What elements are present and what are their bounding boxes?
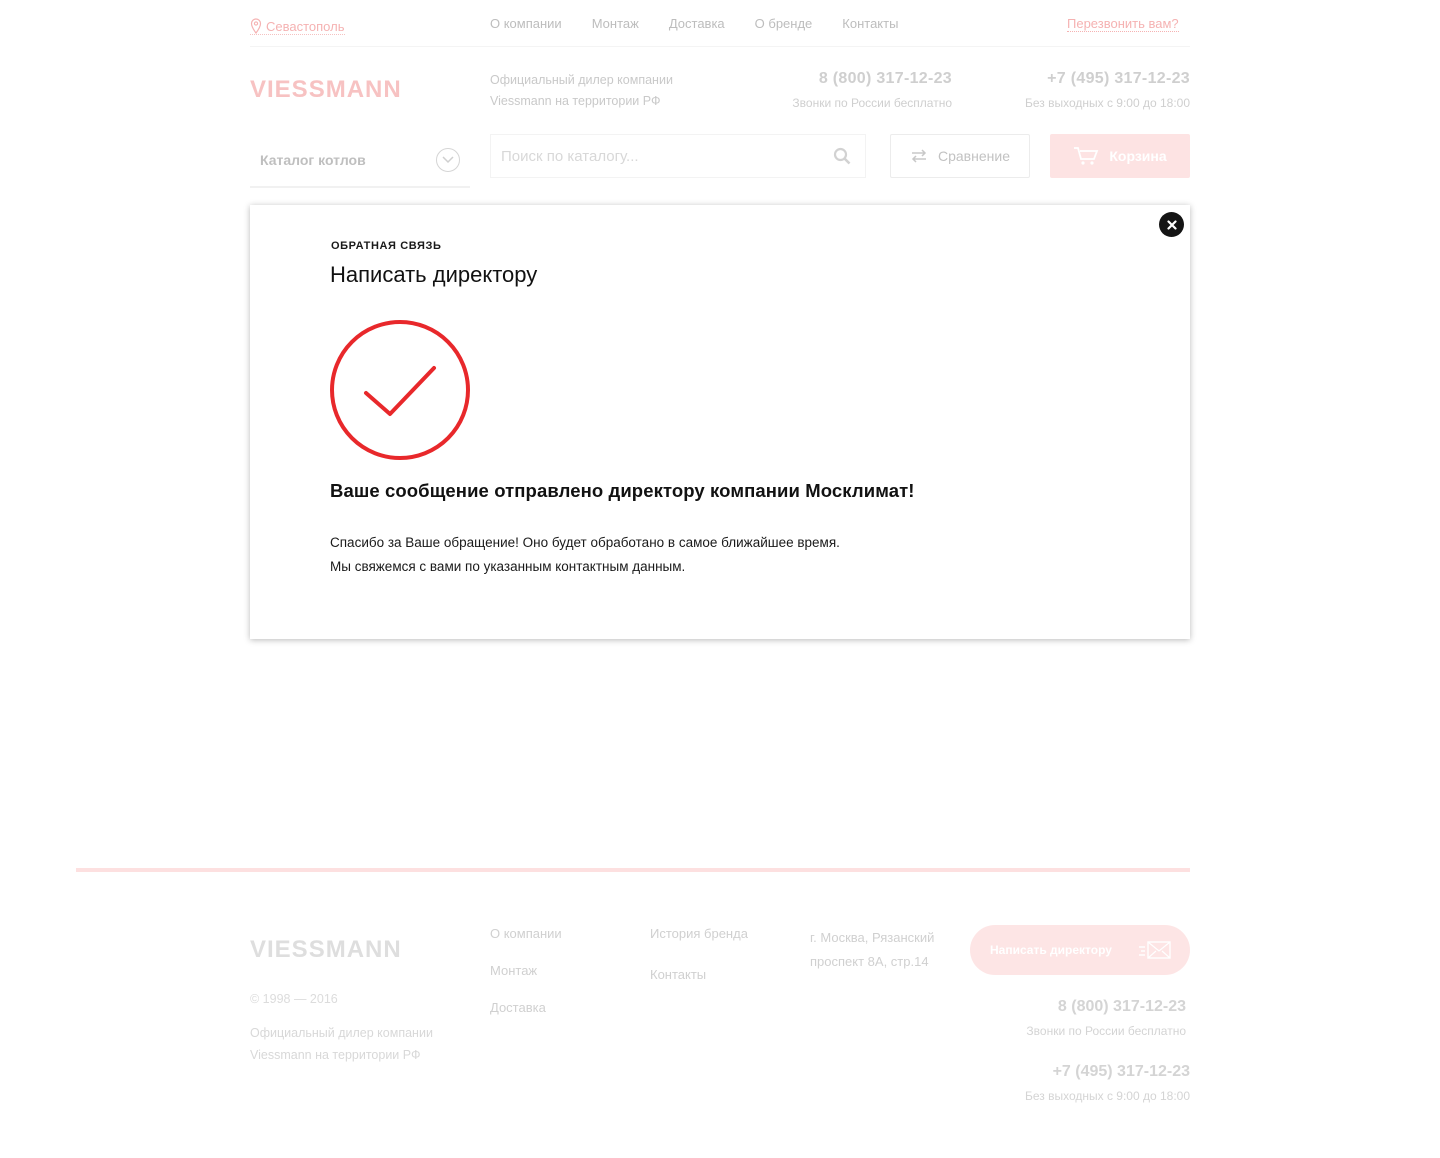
footer-link-contacts[interactable]: Контакты xyxy=(650,967,748,1008)
phone-moscow-note: Без выходных с 9:00 до 18:00 xyxy=(1024,96,1190,110)
location-pin-icon xyxy=(250,18,262,34)
footer-address: г. Москва, Рязанский проспект 8А, стр.14 xyxy=(810,926,960,974)
city-selector[interactable]: Севастополь xyxy=(250,18,345,35)
phone-moscow: +7 (495) 317-12-23 Без выходных с 9:00 д… xyxy=(990,70,1190,110)
compare-button[interactable]: Сравнение xyxy=(890,134,1030,178)
nav-item-installation[interactable]: Монтаж xyxy=(592,16,639,31)
nav-item-about[interactable]: О компании xyxy=(490,16,562,31)
top-nav: О компании Монтаж Доставка О бренде Конт… xyxy=(490,16,898,31)
cart-button[interactable]: Корзина xyxy=(1050,134,1190,178)
viessmann-logo[interactable]: VIESSMANN xyxy=(250,70,410,106)
footer-dealer-line-2: Viessmann на территории РФ xyxy=(250,1048,421,1062)
footer-nav-col-2: История бренда Контакты xyxy=(650,926,748,1008)
footer-address-line-1: г. Москва, Рязанский xyxy=(810,930,935,945)
footer-copyright: © 1998 — 2016 xyxy=(250,992,338,1006)
footer-phone-free-note: Звонки по России бесплатно xyxy=(1026,1024,1186,1038)
success-message: Ваше сообщение отправлено директору комп… xyxy=(330,480,915,501)
search-placeholder: Поиск по каталогу... xyxy=(501,147,639,165)
nav-item-contacts[interactable]: Контакты xyxy=(842,16,898,31)
footer-phone-moscow-note: Без выходных с 9:00 до 18:00 xyxy=(1024,1089,1190,1103)
nav-item-brand[interactable]: О бренде xyxy=(755,16,813,31)
success-checkmark-icon xyxy=(330,320,470,460)
feedback-modal: ОБРАТНАЯ СВЯЗЬ Написать директору Ваше с… xyxy=(250,205,1190,639)
close-button[interactable] xyxy=(1159,212,1184,237)
phone-free-note: Звонки по России бесплатно xyxy=(792,96,952,110)
footer-phone-free-number[interactable]: 8 (800) 317-12-23 xyxy=(990,998,1186,1016)
footer-logo-text: VIESSMANN xyxy=(250,936,402,963)
catalog-label: Каталог котлов xyxy=(260,152,366,168)
compare-arrows-icon xyxy=(911,149,927,163)
callback-link[interactable]: Перезвонить вам? xyxy=(1067,16,1179,32)
phone-moscow-number[interactable]: +7 (495) 317-12-23 xyxy=(990,70,1190,88)
footer-divider xyxy=(76,868,1190,872)
thanks-line-2: Мы свяжемся с вами по указанным контактн… xyxy=(330,559,686,574)
footer-dealer-line-1: Официальный дилер компании xyxy=(250,1026,433,1040)
write-director-button[interactable]: Написать директору xyxy=(970,925,1190,975)
write-director-label: Написать директору xyxy=(990,943,1112,957)
compare-label: Сравнение xyxy=(938,148,1010,164)
phone-free: 8 (800) 317-12-23 Звонки по России беспл… xyxy=(770,70,952,110)
footer-phone-moscow-number[interactable]: +7 (495) 317-12-23 xyxy=(990,1063,1190,1081)
footer-nav-col-1: О компании Монтаж Доставка xyxy=(490,926,562,1037)
footer-link-about[interactable]: О компании xyxy=(490,926,562,963)
footer-phone-moscow: +7 (495) 317-12-23 Без выходных с 9:00 д… xyxy=(990,1063,1190,1103)
header-divider xyxy=(250,46,1190,47)
close-icon xyxy=(1166,219,1177,230)
thanks-line-1: Спасибо за Ваше обращение! Оно будет обр… xyxy=(330,535,840,550)
footer-address-line-2: проспект 8А, стр.14 xyxy=(810,954,929,969)
envelope-icon xyxy=(1139,941,1171,959)
footer-dealer-info: Официальный дилер компании Viessmann на … xyxy=(250,1022,433,1066)
city-name: Севастополь xyxy=(266,18,345,34)
footer-link-installation[interactable]: Монтаж xyxy=(490,963,562,1000)
cart-icon xyxy=(1074,147,1099,165)
chevron-down-icon xyxy=(436,148,460,172)
modal-title: Написать директору xyxy=(330,262,538,287)
thanks-text: Спасибо за Ваше обращение! Оно будет обр… xyxy=(330,531,840,579)
modal-eyebrow: ОБРАТНАЯ СВЯЗЬ xyxy=(331,240,442,252)
search-icon[interactable] xyxy=(833,147,851,165)
logo-text: VIESSMANN xyxy=(250,76,402,103)
nav-item-delivery[interactable]: Доставка xyxy=(669,16,725,31)
footer-link-delivery[interactable]: Доставка xyxy=(490,1000,562,1037)
dealer-info: Официальный дилер компании Viessmann на … xyxy=(490,70,673,112)
phone-free-number[interactable]: 8 (800) 317-12-23 xyxy=(770,70,952,88)
footer-viessmann-logo[interactable]: VIESSMANN xyxy=(250,930,410,966)
cart-label: Корзина xyxy=(1109,148,1167,164)
dealer-line-1: Официальный дилер компании xyxy=(490,73,673,87)
footer-phone-free: 8 (800) 317-12-23 Звонки по России беспл… xyxy=(990,998,1186,1038)
dealer-line-2: Viessmann на территории РФ xyxy=(490,94,661,108)
footer-link-brand-history[interactable]: История бренда xyxy=(650,926,748,967)
search-input[interactable]: Поиск по каталогу... xyxy=(490,134,866,178)
catalog-dropdown[interactable]: Каталог котлов xyxy=(250,134,470,188)
